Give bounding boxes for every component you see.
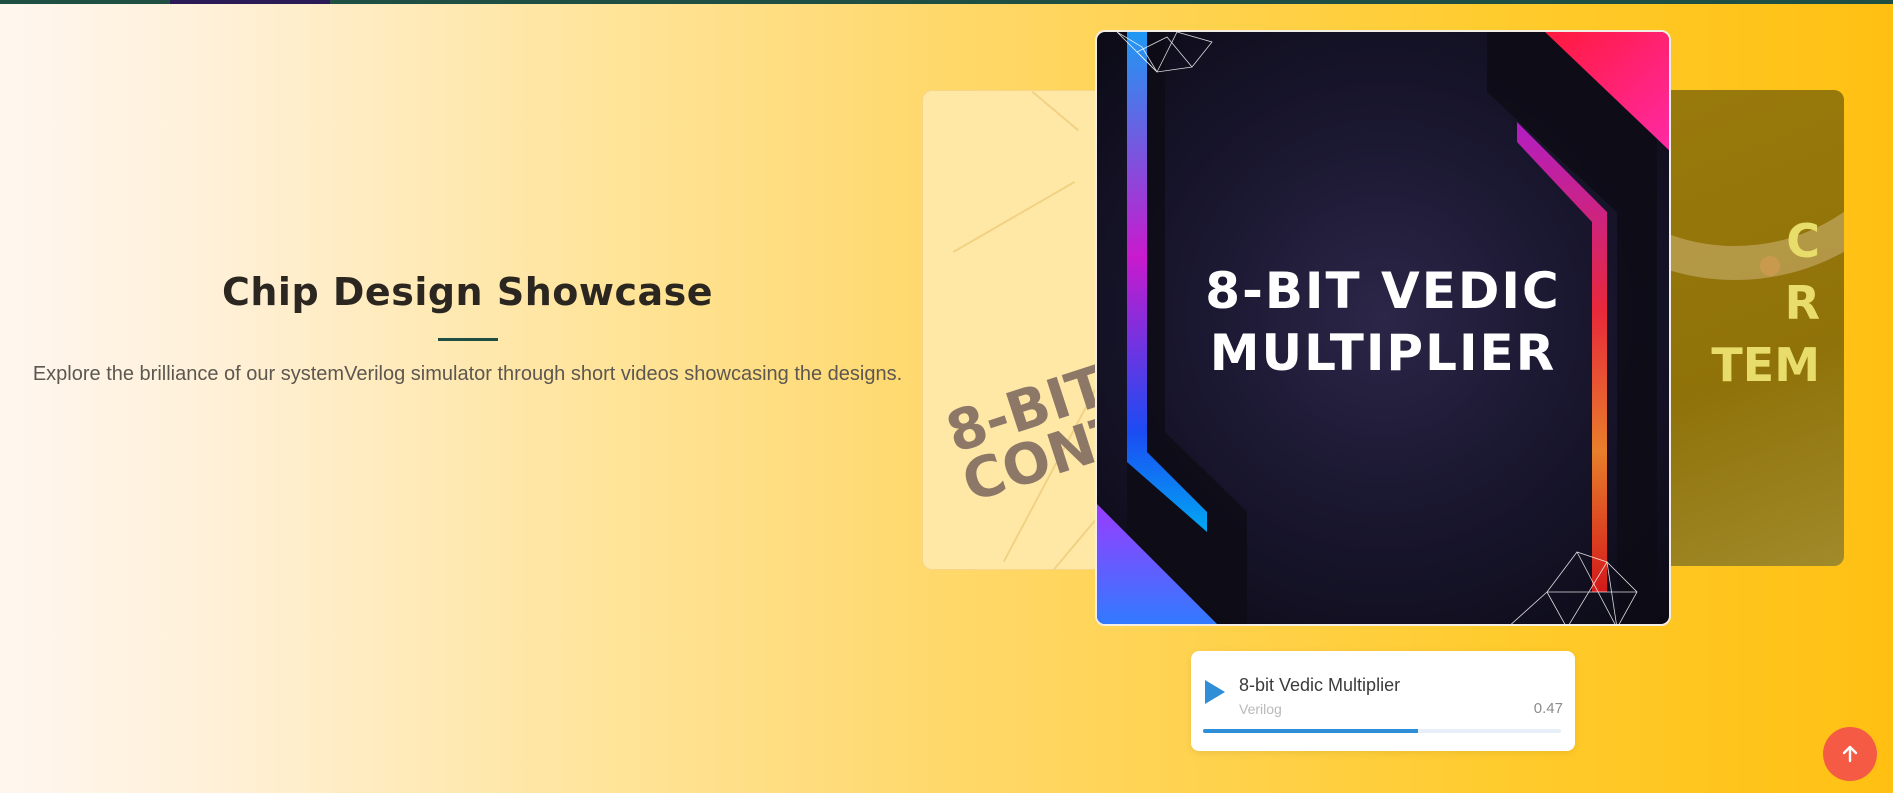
decor-line [953,181,1076,253]
arrow-up-icon [1842,745,1858,763]
play-icon[interactable] [1205,680,1225,704]
active-card-title: 8-BIT VEDIC MULTIPLIER [1205,262,1561,382]
top-accent-highlight [170,0,330,4]
progress-bar[interactable] [1203,729,1561,733]
progress-bar-fill [1203,729,1418,733]
decor-line [1031,91,1079,132]
title-divider [437,338,498,341]
scroll-to-top-button[interactable] [1823,727,1877,781]
section-description: Explore the brilliance of our systemVeri… [32,363,903,385]
showcase-intro: Chip Design Showcase Explore the brillia… [0,270,935,386]
track-time: 0.47 [1533,700,1563,717]
track-subtitle: Verilog [1239,701,1282,717]
track-title: 8-bit Vedic Multiplier [1239,675,1401,695]
carousel-card-active[interactable]: 8-BIT VEDIC MULTIPLIER [1095,30,1671,626]
video-player: 8-bit Vedic Multiplier Verilog 0.47 [1191,651,1575,751]
section-title: Chip Design Showcase [221,270,714,314]
